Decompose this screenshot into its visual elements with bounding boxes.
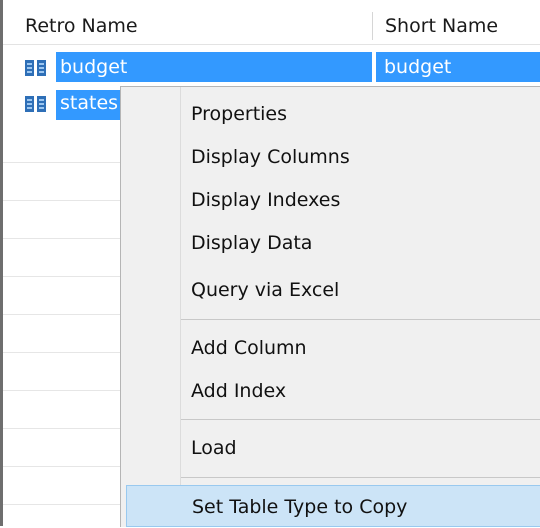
column-header-short-name[interactable]: Short Name bbox=[385, 0, 498, 44]
menu-item-display-data[interactable]: Display Data bbox=[121, 222, 540, 264]
menu-item-label: Load bbox=[191, 437, 237, 459]
retro-name-text: states bbox=[60, 92, 119, 114]
menu-item-label: Set Table Type to Copy bbox=[192, 496, 408, 518]
menu-separator bbox=[181, 319, 540, 320]
menu-separator bbox=[181, 477, 540, 478]
row-divider bbox=[3, 276, 120, 277]
table-icon bbox=[25, 96, 47, 112]
row-divider bbox=[3, 466, 120, 467]
menu-item-display-indexes[interactable]: Display Indexes bbox=[121, 179, 540, 221]
row-divider bbox=[3, 238, 120, 239]
menu-item-load[interactable]: Load bbox=[121, 427, 540, 469]
row-divider bbox=[3, 352, 120, 353]
menu-item-label: Query via Excel bbox=[191, 279, 340, 301]
column-header-retro-name[interactable]: Retro Name bbox=[25, 0, 138, 44]
menu-item-label: Display Indexes bbox=[191, 189, 341, 211]
menu-item-label: Properties bbox=[191, 103, 288, 125]
row-divider bbox=[3, 428, 120, 429]
menu-item-set-table-type-to-copy[interactable]: Set Table Type to Copy bbox=[126, 485, 540, 527]
menu-item-add-index[interactable]: Add Index bbox=[121, 370, 540, 412]
short-name-text: budget bbox=[384, 56, 452, 78]
column-divider[interactable] bbox=[372, 12, 373, 40]
row-divider bbox=[3, 504, 120, 505]
list-header: Retro Name Short Name bbox=[3, 0, 540, 45]
row-divider bbox=[3, 314, 120, 315]
table-list-view: Retro Name Short Name budget budget stat… bbox=[0, 0, 540, 527]
context-menu: Properties Display Columns Display Index… bbox=[120, 86, 540, 527]
menu-item-label: Display Data bbox=[191, 232, 313, 254]
table-row[interactable]: budget budget bbox=[3, 48, 540, 86]
row-divider bbox=[3, 390, 120, 391]
menu-item-properties[interactable]: Properties bbox=[121, 93, 540, 135]
retro-name-text: budget bbox=[60, 56, 128, 78]
menu-item-label: Add Column bbox=[191, 337, 307, 359]
menu-item-add-column[interactable]: Add Column bbox=[121, 327, 540, 369]
table-icon bbox=[25, 60, 47, 76]
menu-item-label: Display Columns bbox=[191, 146, 350, 168]
menu-item-label: Add Index bbox=[191, 380, 287, 402]
menu-separator bbox=[181, 419, 540, 420]
row-divider bbox=[3, 162, 120, 163]
menu-item-display-columns[interactable]: Display Columns bbox=[121, 136, 540, 178]
row-divider bbox=[3, 200, 120, 201]
menu-item-query-via-excel[interactable]: Query via Excel bbox=[121, 269, 540, 311]
